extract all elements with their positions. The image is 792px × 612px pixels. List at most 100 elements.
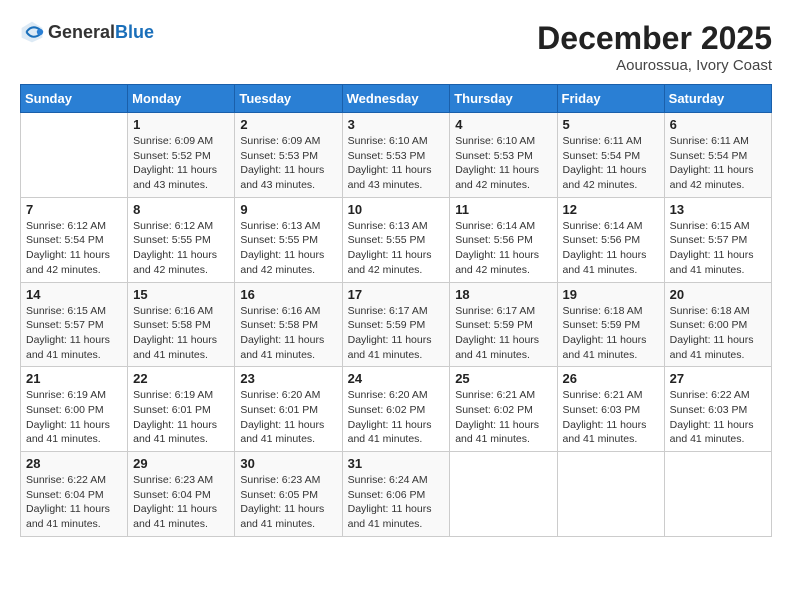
calendar-cell: 9 Sunrise: 6:13 AM Sunset: 5:55 PM Daylig…	[235, 197, 342, 282]
page-header: GeneralBlue December 2025 Aourossua, Ivo…	[20, 20, 772, 74]
calendar-day-header: Thursday	[450, 85, 557, 113]
day-info: Sunrise: 6:13 AM Sunset: 5:55 PM Dayligh…	[240, 219, 336, 278]
day-info: Sunrise: 6:17 AM Sunset: 5:59 PM Dayligh…	[455, 304, 551, 363]
day-number: 27	[670, 371, 766, 386]
day-info: Sunrise: 6:12 AM Sunset: 5:55 PM Dayligh…	[133, 219, 229, 278]
calendar-cell: 30 Sunrise: 6:23 AM Sunset: 6:05 PM Dayli…	[235, 452, 342, 537]
day-info: Sunrise: 6:09 AM Sunset: 5:53 PM Dayligh…	[240, 134, 336, 193]
day-number: 30	[240, 456, 336, 471]
calendar-cell: 8 Sunrise: 6:12 AM Sunset: 5:55 PM Daylig…	[128, 197, 235, 282]
day-number: 15	[133, 287, 229, 302]
calendar-cell: 11 Sunrise: 6:14 AM Sunset: 5:56 PM Dayli…	[450, 197, 557, 282]
calendar-cell: 3 Sunrise: 6:10 AM Sunset: 5:53 PM Daylig…	[342, 113, 450, 198]
logo: GeneralBlue	[20, 20, 154, 44]
day-info: Sunrise: 6:21 AM Sunset: 6:03 PM Dayligh…	[563, 388, 659, 447]
calendar-cell: 15 Sunrise: 6:16 AM Sunset: 5:58 PM Dayli…	[128, 282, 235, 367]
day-info: Sunrise: 6:13 AM Sunset: 5:55 PM Dayligh…	[348, 219, 445, 278]
day-number: 24	[348, 371, 445, 386]
calendar-cell: 21 Sunrise: 6:19 AM Sunset: 6:00 PM Dayli…	[21, 367, 128, 452]
day-number: 20	[670, 287, 766, 302]
day-number: 12	[563, 202, 659, 217]
calendar-cell: 16Sunrise: 6:16 AM Sunset: 5:58 PM Dayli…	[235, 282, 342, 367]
day-info: Sunrise: 6:20 AM Sunset: 6:01 PM Dayligh…	[240, 388, 336, 447]
day-info: Sunrise: 6:11 AM Sunset: 5:54 PM Dayligh…	[563, 134, 659, 193]
calendar-table: SundayMondayTuesdayWednesdayThursdayFrid…	[20, 84, 772, 537]
day-info: Sunrise: 6:12 AM Sunset: 5:54 PM Dayligh…	[26, 219, 122, 278]
calendar-cell	[557, 452, 664, 537]
day-number: 8	[133, 202, 229, 217]
calendar-cell: 7 Sunrise: 6:12 AM Sunset: 5:54 PM Daylig…	[21, 197, 128, 282]
day-info: Sunrise: 6:15 AM Sunset: 5:57 PM Dayligh…	[26, 304, 122, 363]
day-number: 19	[563, 287, 659, 302]
calendar-cell: 29Sunrise: 6:23 AM Sunset: 6:04 PM Dayli…	[128, 452, 235, 537]
calendar-cell	[664, 452, 771, 537]
day-number: 2	[240, 117, 336, 132]
calendar-day-header: Friday	[557, 85, 664, 113]
calendar-cell: 13 Sunrise: 6:15 AM Sunset: 5:57 PM Dayli…	[664, 197, 771, 282]
calendar-cell	[21, 113, 128, 198]
calendar-cell: 12 Sunrise: 6:14 AM Sunset: 5:56 PM Dayli…	[557, 197, 664, 282]
day-number: 1	[133, 117, 229, 132]
calendar-cell: 10Sunrise: 6:13 AM Sunset: 5:55 PM Dayli…	[342, 197, 450, 282]
location-subtitle: Aourossua, Ivory Coast	[537, 57, 772, 74]
calendar-cell: 20Sunrise: 6:18 AM Sunset: 6:00 PM Dayli…	[664, 282, 771, 367]
day-info: Sunrise: 6:14 AM Sunset: 5:56 PM Dayligh…	[563, 219, 659, 278]
month-year-title: December 2025	[537, 20, 772, 57]
day-number: 9	[240, 202, 336, 217]
calendar-header-row: SundayMondayTuesdayWednesdayThursdayFrid…	[21, 85, 772, 113]
calendar-cell: 19 Sunrise: 6:18 AM Sunset: 5:59 PM Dayli…	[557, 282, 664, 367]
day-number: 23	[240, 371, 336, 386]
calendar-cell: 6 Sunrise: 6:11 AM Sunset: 5:54 PM Daylig…	[664, 113, 771, 198]
calendar-cell: 28 Sunrise: 6:22 AM Sunset: 6:04 PM Dayli…	[21, 452, 128, 537]
day-info: Sunrise: 6:11 AM Sunset: 5:54 PM Dayligh…	[670, 134, 766, 193]
calendar-week-row: 7 Sunrise: 6:12 AM Sunset: 5:54 PM Daylig…	[21, 197, 772, 282]
day-info: Sunrise: 6:23 AM Sunset: 6:05 PM Dayligh…	[240, 473, 336, 532]
logo-general-text: General	[48, 22, 115, 42]
day-number: 28	[26, 456, 122, 471]
day-info: Sunrise: 6:16 AM Sunset: 5:58 PM Dayligh…	[240, 304, 336, 363]
day-number: 26	[563, 371, 659, 386]
calendar-week-row: 1 Sunrise: 6:09 AM Sunset: 5:52 PM Daylig…	[21, 113, 772, 198]
calendar-week-row: 28 Sunrise: 6:22 AM Sunset: 6:04 PM Dayli…	[21, 452, 772, 537]
day-info: Sunrise: 6:09 AM Sunset: 5:52 PM Dayligh…	[133, 134, 229, 193]
day-number: 7	[26, 202, 122, 217]
day-info: Sunrise: 6:22 AM Sunset: 6:03 PM Dayligh…	[670, 388, 766, 447]
title-area: December 2025 Aourossua, Ivory Coast	[537, 20, 772, 74]
day-info: Sunrise: 6:19 AM Sunset: 6:00 PM Dayligh…	[26, 388, 122, 447]
day-number: 3	[348, 117, 445, 132]
day-info: Sunrise: 6:10 AM Sunset: 5:53 PM Dayligh…	[455, 134, 551, 193]
calendar-cell: 4 Sunrise: 6:10 AM Sunset: 5:53 PM Daylig…	[450, 113, 557, 198]
calendar-cell	[450, 452, 557, 537]
day-info: Sunrise: 6:20 AM Sunset: 6:02 PM Dayligh…	[348, 388, 445, 447]
calendar-cell: 1 Sunrise: 6:09 AM Sunset: 5:52 PM Daylig…	[128, 113, 235, 198]
day-info: Sunrise: 6:22 AM Sunset: 6:04 PM Dayligh…	[26, 473, 122, 532]
calendar-cell: 18Sunrise: 6:17 AM Sunset: 5:59 PM Dayli…	[450, 282, 557, 367]
logo-icon	[20, 20, 44, 44]
day-info: Sunrise: 6:15 AM Sunset: 5:57 PM Dayligh…	[670, 219, 766, 278]
calendar-cell: 26 Sunrise: 6:21 AM Sunset: 6:03 PM Dayli…	[557, 367, 664, 452]
calendar-week-row: 21 Sunrise: 6:19 AM Sunset: 6:00 PM Dayli…	[21, 367, 772, 452]
day-number: 14	[26, 287, 122, 302]
day-info: Sunrise: 6:21 AM Sunset: 6:02 PM Dayligh…	[455, 388, 551, 447]
day-info: Sunrise: 6:10 AM Sunset: 5:53 PM Dayligh…	[348, 134, 445, 193]
day-number: 11	[455, 202, 551, 217]
day-info: Sunrise: 6:14 AM Sunset: 5:56 PM Dayligh…	[455, 219, 551, 278]
calendar-week-row: 14 Sunrise: 6:15 AM Sunset: 5:57 PM Dayli…	[21, 282, 772, 367]
day-number: 4	[455, 117, 551, 132]
calendar-day-header: Saturday	[664, 85, 771, 113]
calendar-cell: 14 Sunrise: 6:15 AM Sunset: 5:57 PM Dayli…	[21, 282, 128, 367]
calendar-cell: 22 Sunrise: 6:19 AM Sunset: 6:01 PM Dayli…	[128, 367, 235, 452]
calendar-day-header: Wednesday	[342, 85, 450, 113]
day-number: 22	[133, 371, 229, 386]
day-info: Sunrise: 6:16 AM Sunset: 5:58 PM Dayligh…	[133, 304, 229, 363]
day-info: Sunrise: 6:19 AM Sunset: 6:01 PM Dayligh…	[133, 388, 229, 447]
day-info: Sunrise: 6:18 AM Sunset: 5:59 PM Dayligh…	[563, 304, 659, 363]
day-number: 21	[26, 371, 122, 386]
day-number: 6	[670, 117, 766, 132]
calendar-cell: 25Sunrise: 6:21 AM Sunset: 6:02 PM Dayli…	[450, 367, 557, 452]
calendar-cell: 17Sunrise: 6:17 AM Sunset: 5:59 PM Dayli…	[342, 282, 450, 367]
day-number: 5	[563, 117, 659, 132]
calendar-day-header: Tuesday	[235, 85, 342, 113]
day-number: 31	[348, 456, 445, 471]
day-number: 13	[670, 202, 766, 217]
